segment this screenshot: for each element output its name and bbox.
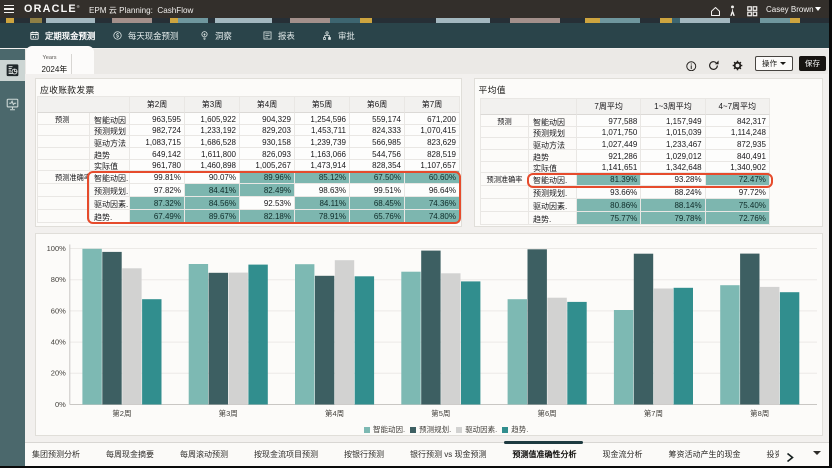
- svg-text:80%: 80%: [51, 275, 66, 284]
- svg-text:100%: 100%: [47, 244, 67, 253]
- svg-text:第5周: 第5周: [431, 408, 450, 418]
- svg-text:第7周: 第7周: [644, 408, 663, 418]
- svg-text:60%: 60%: [51, 306, 66, 315]
- svg-text:第3周: 第3周: [219, 408, 238, 418]
- svg-text:20%: 20%: [51, 369, 66, 378]
- svg-text:第2周: 第2周: [112, 408, 131, 418]
- svg-text:40%: 40%: [51, 338, 66, 347]
- svg-text:第8周: 第8周: [750, 408, 769, 418]
- svg-text:第6周: 第6周: [538, 408, 557, 418]
- svg-text:第4周: 第4周: [325, 408, 344, 418]
- svg-text:0%: 0%: [55, 400, 66, 409]
